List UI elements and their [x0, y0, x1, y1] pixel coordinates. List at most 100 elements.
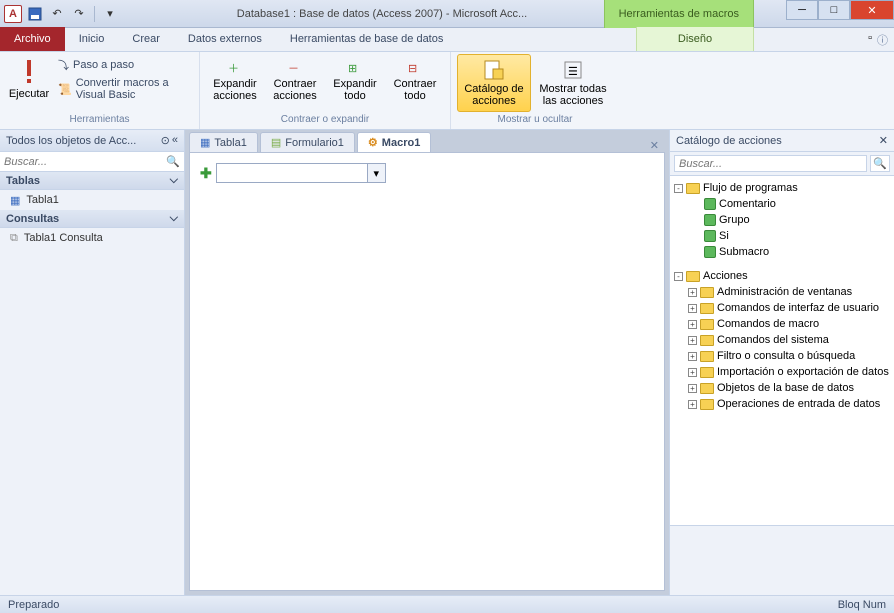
search-icon[interactable]: 🔍 — [166, 155, 180, 168]
qat-customize-icon[interactable]: ▾ — [101, 5, 119, 23]
group-tools-label: Herramientas — [6, 114, 193, 127]
collapse-all-button[interactable]: ⊟Contraer todo — [386, 54, 444, 106]
tree-leaf-submacro[interactable]: Submacro — [674, 244, 890, 260]
tab-design[interactable]: Diseño — [636, 27, 754, 51]
macro-add-row: ✚ ▾ — [200, 163, 654, 183]
nav-search-input[interactable] — [4, 153, 166, 171]
expand-icon[interactable]: + — [688, 384, 697, 393]
catalog-tree: -Flujo de programas Comentario Grupo Si … — [670, 176, 894, 525]
document-tabs: ▦Tabla1 ▤Formulario1 ⚙Macro1 ✕ — [189, 130, 665, 152]
catalog-close-icon[interactable]: ✕ — [879, 134, 888, 147]
tree-node-filter[interactable]: +Filtro o consulta o búsqueda — [674, 348, 890, 364]
expand-actions-button[interactable]: ＋Expandir acciones — [206, 54, 264, 106]
action-icon — [704, 198, 716, 210]
folder-icon — [686, 183, 700, 194]
search-icon[interactable]: 🔍 — [870, 155, 890, 172]
nav-item-query1[interactable]: ⧉Tabla1 Consulta — [0, 228, 184, 248]
action-combo-input[interactable] — [217, 167, 367, 179]
tab-home[interactable]: Inicio — [65, 27, 119, 51]
nav-item-table1[interactable]: ▦Tabla1 — [0, 190, 184, 210]
doc-tab-close-icon[interactable]: ✕ — [644, 139, 665, 152]
window-controls: ─ □ ✕ — [786, 0, 894, 20]
doc-tab-tabla1[interactable]: ▦Tabla1 — [189, 132, 258, 152]
form-icon: ▤ — [271, 136, 281, 149]
tree-leaf-comment[interactable]: Comentario — [674, 196, 890, 212]
svg-text:⊟: ⊟ — [408, 63, 417, 75]
exclamation-icon — [19, 58, 39, 86]
mdi-restore-icon[interactable]: ▫ — [868, 32, 872, 44]
tree-node-ui-cmds[interactable]: +Comandos de interfaz de usuario — [674, 300, 890, 316]
tree-leaf-group[interactable]: Grupo — [674, 212, 890, 228]
action-icon — [704, 230, 716, 242]
collapse-actions-button[interactable]: －Contraer acciones — [266, 54, 324, 106]
expand-icon[interactable]: + — [688, 304, 697, 313]
tree-node-import[interactable]: +Importación o exportación de datos — [674, 364, 890, 380]
tree-node-macro-cmds[interactable]: +Comandos de macro — [674, 316, 890, 332]
nav-section-queries[interactable]: Consultas⌵ — [0, 210, 184, 228]
folder-icon — [700, 303, 714, 314]
save-icon[interactable] — [26, 5, 44, 23]
show-all-actions-button[interactable]: ☰Mostrar todas las acciones — [533, 54, 613, 112]
shutter-icon[interactable]: « — [172, 134, 178, 147]
tree-node-flow[interactable]: -Flujo de programas — [674, 180, 890, 196]
navigation-pane: Todos los objetos de Acc... ⊙« 🔍 Tablas⌵… — [0, 130, 185, 595]
ribbon: Ejecutar ⤵Paso a paso 📜Convertir macros … — [0, 52, 894, 130]
folder-icon — [700, 287, 714, 298]
convert-vb-button[interactable]: 📜Convertir macros a Visual Basic — [56, 76, 193, 102]
app-icon[interactable]: A — [4, 5, 22, 23]
section-collapse-icon[interactable]: ⌵ — [170, 212, 178, 225]
tree-node-sys-cmds[interactable]: +Comandos del sistema — [674, 332, 890, 348]
quick-access-toolbar: A ↶ ↷ ▾ — [0, 5, 119, 23]
expand-icon[interactable]: + — [688, 320, 697, 329]
minimize-button[interactable]: ─ — [786, 0, 818, 20]
collapse-icon[interactable]: - — [674, 184, 683, 193]
expand-all-icon: ⊞ — [346, 58, 364, 76]
action-icon — [704, 214, 716, 226]
folder-icon — [700, 367, 714, 378]
query-icon: ⧉ — [10, 232, 18, 245]
expand-icon[interactable]: + — [688, 288, 697, 297]
expand-all-button[interactable]: ⊞Expandir todo — [326, 54, 384, 106]
catalog-search-input[interactable] — [674, 155, 867, 172]
help-icon[interactable]: ⓘ — [877, 32, 888, 48]
redo-icon[interactable]: ↷ — [70, 5, 88, 23]
svg-text:＋: ＋ — [228, 63, 239, 75]
nav-section-tables[interactable]: Tablas⌵ — [0, 172, 184, 190]
nav-header[interactable]: Todos los objetos de Acc... ⊙« — [0, 130, 184, 152]
collapse-all-icon: ⊟ — [406, 58, 424, 76]
file-tab[interactable]: Archivo — [0, 27, 65, 51]
maximize-button[interactable]: □ — [818, 0, 850, 20]
catalog-description — [670, 525, 894, 595]
tree-node-data-ops[interactable]: +Operaciones de entrada de datos — [674, 396, 890, 412]
tree-node-actions[interactable]: -Acciones — [674, 268, 890, 284]
collapse-icon[interactable]: - — [674, 272, 683, 281]
doc-tab-formulario1[interactable]: ▤Formulario1 — [260, 132, 355, 152]
tree-node-db-objects[interactable]: +Objetos de la base de datos — [674, 380, 890, 396]
action-catalog-pane: Catálogo de acciones ✕ 🔍 -Flujo de progr… — [669, 130, 894, 595]
chevron-down-icon[interactable]: ⊙ — [161, 134, 170, 147]
section-collapse-icon[interactable]: ⌵ — [170, 174, 178, 187]
macro-icon: ⚙ — [368, 136, 378, 149]
expand-icon[interactable]: + — [688, 336, 697, 345]
action-catalog-button[interactable]: Catálogo de acciones — [457, 54, 531, 112]
run-button[interactable]: Ejecutar — [6, 54, 52, 104]
combo-dropdown-icon[interactable]: ▾ — [367, 164, 385, 182]
window-title: Database1 : Base de datos (Access 2007) … — [130, 8, 634, 20]
group-collapse-label: Contraer o expandir — [206, 114, 444, 127]
tree-node-win-admin[interactable]: +Administración de ventanas — [674, 284, 890, 300]
add-action-icon[interactable]: ✚ — [200, 165, 212, 182]
expand-icon[interactable]: + — [688, 368, 697, 377]
tab-db-tools[interactable]: Herramientas de base de datos — [276, 27, 457, 51]
doc-tab-macro1[interactable]: ⚙Macro1 — [357, 132, 431, 152]
tree-leaf-if[interactable]: Si — [674, 228, 890, 244]
status-bar: Preparado Bloq Num — [0, 595, 894, 613]
close-button[interactable]: ✕ — [850, 0, 894, 20]
action-combobox[interactable]: ▾ — [216, 163, 386, 183]
status-left: Preparado — [8, 599, 59, 611]
step-button[interactable]: ⤵Paso a paso — [56, 56, 193, 74]
undo-icon[interactable]: ↶ — [48, 5, 66, 23]
expand-icon[interactable]: + — [688, 352, 697, 361]
tab-create[interactable]: Crear — [118, 27, 174, 51]
expand-icon[interactable]: + — [688, 400, 697, 409]
tab-external-data[interactable]: Datos externos — [174, 27, 276, 51]
